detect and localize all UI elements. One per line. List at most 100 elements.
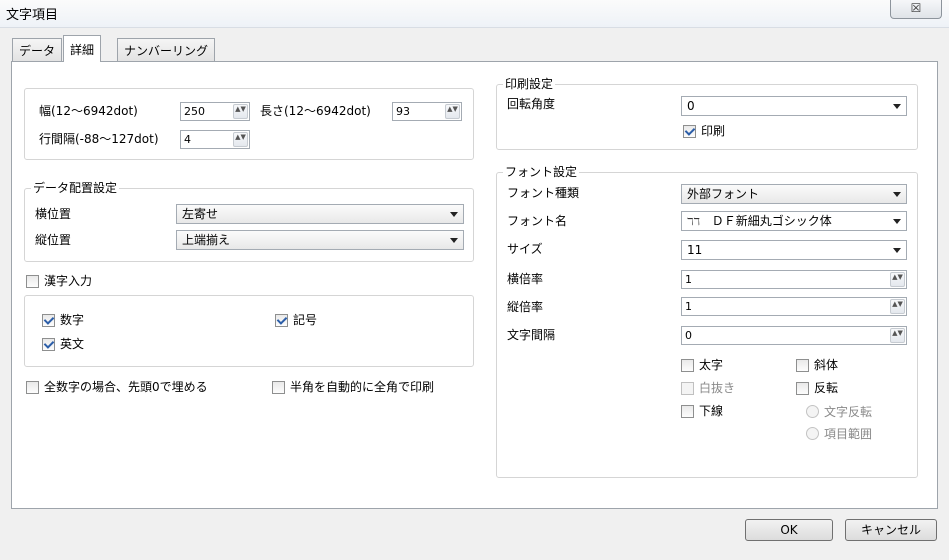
chevron-down-icon xyxy=(450,238,458,243)
invert-text-radio[interactable]: 文字反転 xyxy=(806,403,872,420)
chevron-down-icon xyxy=(893,219,901,224)
spin-arrows-icon[interactable]: ▲▼ xyxy=(233,104,248,119)
tab-numbering-label: ナンバーリング xyxy=(124,44,209,58)
horizontal-position-select[interactable]: 左寄せ xyxy=(176,204,464,224)
digits-label: 数字 xyxy=(60,313,85,327)
size-select[interactable]: 11 xyxy=(681,240,907,260)
chevron-down-icon xyxy=(893,104,901,109)
hscale-label: 横倍率 xyxy=(507,272,544,286)
bold-checkbox[interactable]: 太字 xyxy=(681,357,723,373)
invert-area-label: 項目範囲 xyxy=(824,427,873,441)
size-label: サイズ xyxy=(507,242,543,256)
font-type-label: フォント種類 xyxy=(507,186,580,200)
fullwidth-checkbox[interactable]: 半角を自動的に全角で印刷 xyxy=(272,379,434,395)
chevron-down-icon xyxy=(450,212,458,217)
spin-arrows-icon[interactable]: ▲▼ xyxy=(890,299,905,314)
font-name-select[interactable]: ℸℸ ＤＦ新細丸ゴシック体 xyxy=(681,211,907,231)
alpha-label: 英文 xyxy=(60,337,85,351)
vertical-position-label: 縦位置 xyxy=(35,233,72,247)
line-spacing-label: 行間隔(-88〜127dot) xyxy=(39,132,159,146)
rotation-value: 0 xyxy=(687,99,695,113)
spin-arrows-icon[interactable]: ▲▼ xyxy=(233,132,248,147)
checkbox-box[interactable] xyxy=(796,358,809,372)
radio-dot[interactable] xyxy=(806,427,819,440)
tab-detail-label: 詳細 xyxy=(70,43,95,57)
print-label: 印刷 xyxy=(701,124,726,138)
italic-checkbox[interactable]: 斜体 xyxy=(796,357,838,373)
print-settings-group: 印刷設定 回転角度 0 印刷 xyxy=(496,77,918,150)
vertical-position-select[interactable]: 上端揃え xyxy=(176,230,464,250)
italic-label: 斜体 xyxy=(814,358,839,372)
char-spacing-label: 文字間隔 xyxy=(507,328,556,342)
font-type-icon: ℸℸ xyxy=(687,217,700,228)
ok-button[interactable]: OK xyxy=(745,519,833,541)
checkbox-box[interactable] xyxy=(275,313,288,327)
char-types-group: 数字 記号 英文 xyxy=(24,295,474,367)
kanji-input-checkbox[interactable]: 漢字入力 xyxy=(26,273,92,289)
tab-detail[interactable]: 詳細 xyxy=(63,35,102,62)
checkbox-box[interactable] xyxy=(796,381,809,395)
digits-checkbox[interactable]: 数字 xyxy=(42,312,84,328)
font-settings-group: フォント設定 フォント種類 外部フォント フォント名 ℸℸ ＤＦ新細丸ゴシック体… xyxy=(496,165,918,478)
size-value: 11 xyxy=(687,243,703,257)
checkbox-box[interactable] xyxy=(681,358,694,372)
print-checkbox[interactable]: 印刷 xyxy=(683,123,725,139)
checkbox-box[interactable] xyxy=(681,381,694,395)
chevron-down-icon xyxy=(893,248,901,253)
line-spacing-value: 4 xyxy=(184,133,191,146)
cancel-button[interactable]: キャンセル xyxy=(845,519,937,541)
invert-checkbox[interactable]: 反転 xyxy=(796,380,838,396)
radio-dot[interactable] xyxy=(806,405,819,418)
checkbox-box[interactable] xyxy=(42,313,55,327)
width-spinner[interactable]: 250 ▲▼ xyxy=(180,102,250,121)
tab-data-label: データ xyxy=(19,44,56,58)
spin-arrows-icon[interactable]: ▲▼ xyxy=(445,104,460,119)
zero-fill-label: 全数字の場合、先頭0で埋める xyxy=(44,380,208,394)
close-button[interactable]: ☒ xyxy=(890,0,942,19)
rotation-select[interactable]: 0 xyxy=(681,96,907,116)
font-settings-title: フォント設定 xyxy=(503,165,580,179)
checkbox-box[interactable] xyxy=(26,274,39,288)
invert-label: 反転 xyxy=(814,381,839,395)
spin-arrows-icon[interactable]: ▲▼ xyxy=(890,272,905,287)
font-name-value: ＤＦ新細丸ゴシック体 xyxy=(711,214,832,228)
width-value: 250 xyxy=(184,105,205,118)
checkbox-box[interactable] xyxy=(272,380,285,394)
spin-arrows-icon[interactable]: ▲▼ xyxy=(890,328,905,343)
symbols-label: 記号 xyxy=(293,313,318,327)
width-label: 幅(12〜6942dot) xyxy=(39,104,138,118)
outline-checkbox[interactable]: 白抜き xyxy=(681,380,735,396)
rotation-label: 回転角度 xyxy=(507,97,556,111)
font-name-label: フォント名 xyxy=(507,214,568,228)
checkbox-box[interactable] xyxy=(26,380,39,394)
size-group: 幅(12〜6942dot) 250 ▲▼ 長さ(12〜6942dot) 93 ▲… xyxy=(24,88,474,160)
tab-numbering[interactable]: ナンバーリング xyxy=(117,38,216,61)
font-type-select[interactable]: 外部フォント xyxy=(681,184,907,204)
line-spacing-spinner[interactable]: 4 ▲▼ xyxy=(180,130,250,149)
close-icon: ☒ xyxy=(910,1,922,15)
checkbox-box[interactable] xyxy=(683,124,696,138)
zero-fill-checkbox[interactable]: 全数字の場合、先頭0で埋める xyxy=(26,379,208,395)
invert-text-label: 文字反転 xyxy=(824,405,873,419)
char-spacing-spinner[interactable]: 0 ▲▼ xyxy=(681,326,907,345)
checkbox-box[interactable] xyxy=(681,404,694,418)
ok-button-label: OK xyxy=(780,523,798,537)
invert-area-radio[interactable]: 項目範囲 xyxy=(806,425,872,442)
horizontal-position-label: 横位置 xyxy=(35,207,72,221)
underline-checkbox[interactable]: 下線 xyxy=(681,403,723,419)
hscale-spinner[interactable]: 1 ▲▼ xyxy=(681,270,907,289)
checkbox-box[interactable] xyxy=(42,337,55,351)
horizontal-position-value: 左寄せ xyxy=(182,207,219,221)
kanji-input-label: 漢字入力 xyxy=(44,274,93,288)
tab-data[interactable]: データ xyxy=(12,38,63,61)
detail-tab-panel: 幅(12〜6942dot) 250 ▲▼ 長さ(12〜6942dot) 93 ▲… xyxy=(11,61,938,509)
vscale-spinner[interactable]: 1 ▲▼ xyxy=(681,297,907,316)
print-settings-title: 印刷設定 xyxy=(503,77,556,91)
symbols-checkbox[interactable]: 記号 xyxy=(275,312,317,328)
font-type-value: 外部フォント xyxy=(687,187,760,201)
length-spinner[interactable]: 93 ▲▼ xyxy=(392,102,462,121)
chevron-down-icon xyxy=(893,192,901,197)
data-layout-group: データ配置設定 横位置 左寄せ 縦位置 上端揃え xyxy=(24,181,474,262)
alpha-checkbox[interactable]: 英文 xyxy=(42,336,84,352)
vertical-position-value: 上端揃え xyxy=(182,233,231,247)
